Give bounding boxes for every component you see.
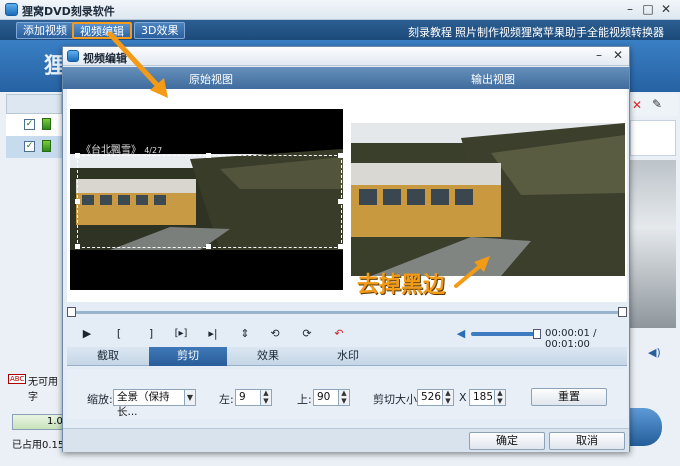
arrow-to-original-view (107, 31, 168, 98)
arrow-to-output-edge (454, 256, 490, 288)
annotation-arrows (107, 31, 490, 288)
